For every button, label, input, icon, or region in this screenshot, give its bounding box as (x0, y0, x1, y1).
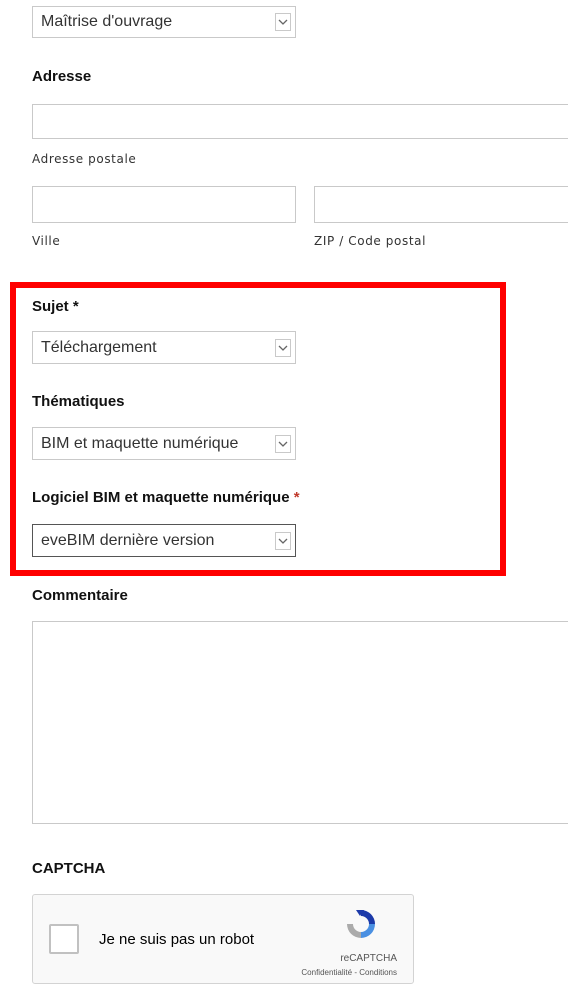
street-input[interactable] (32, 104, 568, 139)
subject-select-value: Téléchargement (41, 338, 157, 356)
comment-textarea[interactable] (32, 621, 568, 824)
zip-input[interactable] (314, 186, 568, 223)
software-required-mark: * (293, 489, 300, 506)
chevron-down-icon (275, 434, 291, 453)
themes-select[interactable]: BIM et maquette numérique (32, 427, 296, 460)
city-input[interactable] (32, 186, 296, 223)
comment-label: Commentaire (32, 587, 128, 604)
recaptcha-links[interactable]: Confidentialité - Conditions (301, 968, 397, 977)
chevron-down-icon (275, 13, 291, 31)
recaptcha-checkbox[interactable] (49, 924, 79, 954)
recaptcha-checkbox-label: Je ne suis pas un robot (99, 931, 255, 948)
subject-label-text: Sujet (32, 298, 69, 315)
chevron-down-icon (275, 531, 291, 550)
street-hint: Adresse postale (32, 152, 137, 166)
recaptcha-brand: reCAPTCHA (340, 953, 397, 964)
profile-select-value: Maîtrise d'ouvrage (41, 13, 173, 30)
software-select-value: eveBIM dernière version (41, 531, 215, 549)
subject-label: Sujet * (32, 298, 79, 315)
themes-select-value: BIM et maquette numérique (41, 434, 239, 452)
zip-hint: ZIP / Code postal (314, 234, 427, 248)
software-label-text: Logiciel BIM et maquette numérique (32, 489, 290, 506)
themes-label: Thématiques (32, 393, 125, 410)
software-label: Logiciel BIM et maquette numérique * (32, 489, 300, 506)
subject-select[interactable]: Téléchargement (32, 331, 296, 364)
profile-select[interactable]: Maîtrise d'ouvrage (32, 6, 296, 38)
subject-required-mark: * (72, 298, 79, 315)
address-title: Adresse (32, 68, 92, 85)
software-select[interactable]: eveBIM dernière version (32, 524, 296, 557)
chevron-down-icon (275, 338, 291, 357)
captcha-title: CAPTCHA (32, 860, 106, 877)
recaptcha-logo-icon (344, 907, 378, 946)
recaptcha-widget: Je ne suis pas un robot reCAPTCHA Confid… (32, 894, 414, 984)
city-hint: Ville (32, 234, 61, 248)
